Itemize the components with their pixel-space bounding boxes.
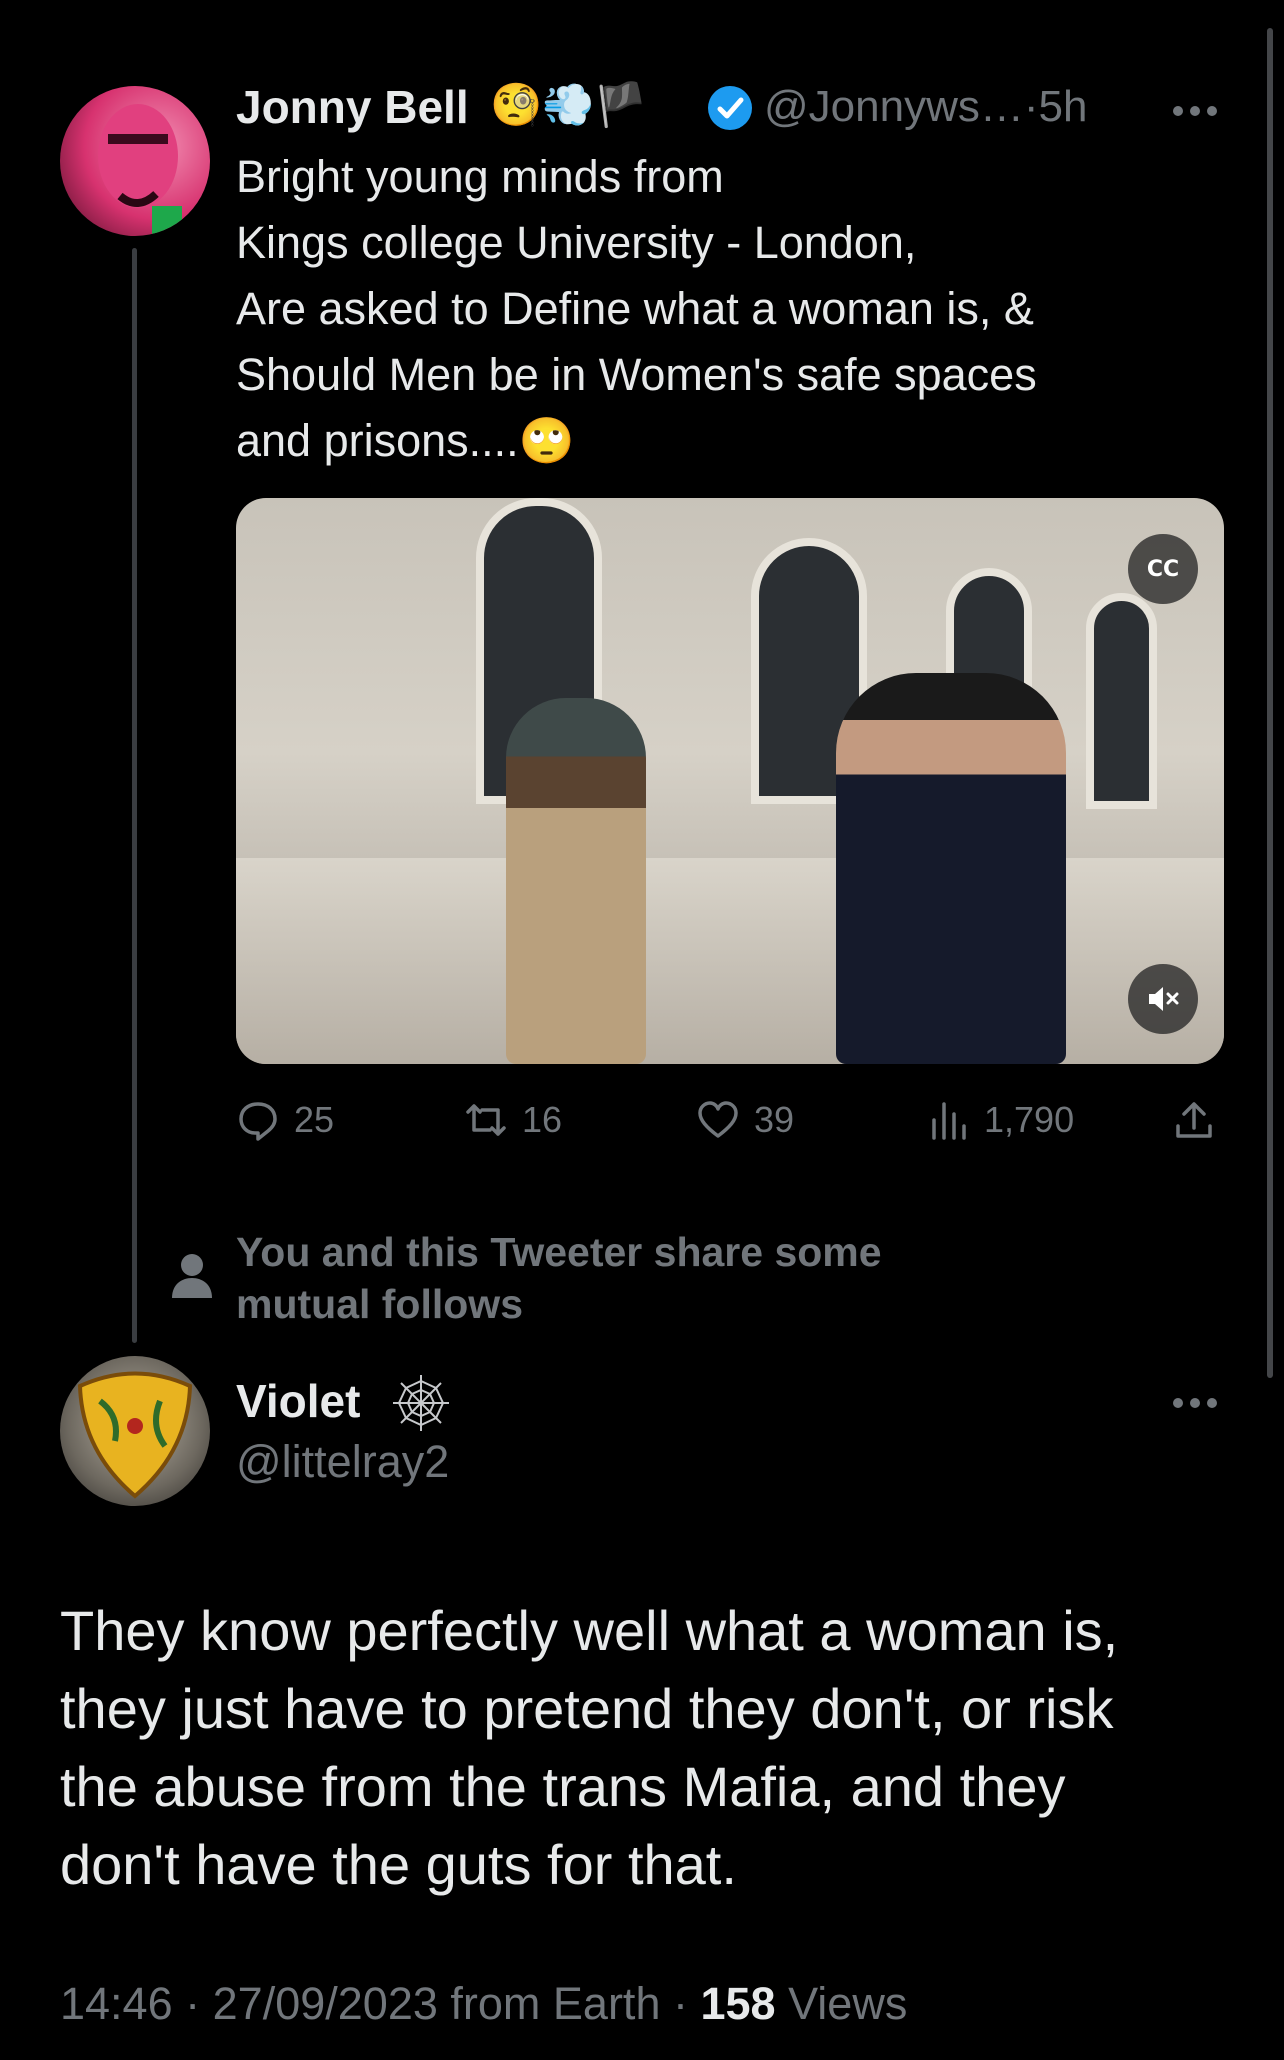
eye-roll-emoji: 🙄 bbox=[518, 414, 575, 467]
post-text-line: and prisons....🙄 bbox=[236, 414, 575, 467]
heart-icon bbox=[698, 1101, 738, 1138]
share-action[interactable] bbox=[1172, 1092, 1216, 1148]
scrollbar[interactable] bbox=[1267, 28, 1273, 1378]
reply-source: from Earth bbox=[450, 1978, 661, 2029]
verified-badge-icon bbox=[706, 84, 754, 137]
person-icon bbox=[170, 1252, 214, 1305]
meta-separator: · bbox=[185, 1978, 201, 2029]
post-text-line: Should Men be in Women's safe spaces bbox=[236, 349, 1037, 400]
analytics-bar-icon bbox=[932, 1102, 966, 1140]
interviewer-figure bbox=[836, 673, 1066, 1064]
profile-face-icon bbox=[98, 104, 182, 236]
mutual-follows-notice: You and this Tweeter share some mutual f… bbox=[236, 1226, 882, 1330]
post-text-line: Bright young minds from bbox=[236, 151, 724, 202]
video-player[interactable]: CC bbox=[236, 498, 1224, 1064]
post-text-line: Kings college University - London, bbox=[236, 217, 917, 268]
repost-action[interactable]: 16 bbox=[464, 1092, 562, 1148]
post-time[interactable]: 5h bbox=[1039, 82, 1088, 131]
mute-toggle-button[interactable] bbox=[1128, 964, 1198, 1034]
reply-date[interactable]: 27/09/2023 bbox=[213, 1978, 438, 2029]
repost-icon bbox=[466, 1104, 506, 1136]
reply-author-name[interactable]: Violet bbox=[236, 1374, 360, 1428]
reply-text-line: the abuse from the trans Mafia, and they bbox=[60, 1755, 1066, 1818]
author-handle[interactable]: @Jonnyws… bbox=[764, 82, 1024, 131]
reply-action[interactable]: 25 bbox=[236, 1092, 334, 1148]
like-count: 39 bbox=[754, 1099, 795, 1140]
author-name[interactable]: Jonny Bell bbox=[236, 80, 469, 134]
reply-text-line: They know perfectly well what a woman is… bbox=[60, 1599, 1119, 1662]
thread-connector-line bbox=[132, 248, 137, 1343]
like-action[interactable]: 39 bbox=[696, 1092, 794, 1148]
violet-avatar[interactable] bbox=[60, 1356, 210, 1506]
repost-count: 16 bbox=[522, 1099, 563, 1140]
reply-views-count: 158 bbox=[700, 1978, 776, 2029]
meta-separator: · bbox=[672, 1978, 688, 2029]
reply-views-label: Views bbox=[788, 1978, 908, 2029]
more-options-icon[interactable] bbox=[1172, 104, 1218, 123]
post-text: Bright young minds from Kings college Un… bbox=[236, 144, 1037, 474]
guitar-pick-icon bbox=[77, 1371, 193, 1499]
reply-count: 25 bbox=[294, 1099, 335, 1140]
jonny-bell-avatar[interactable] bbox=[60, 86, 210, 236]
mutual-follows-line: mutual follows bbox=[236, 1281, 523, 1327]
post-text-line: Are asked to Define what a woman is, & bbox=[236, 283, 1034, 334]
reply-author-handle[interactable]: @littelray2 bbox=[236, 1436, 449, 1488]
reply-more-options-icon[interactable] bbox=[1172, 1396, 1218, 1415]
spider-web-icon bbox=[390, 1372, 452, 1439]
reply-text-line: don't have the guts for that. bbox=[60, 1833, 737, 1896]
reply-text-line: they just have to pretend they don't, or… bbox=[60, 1677, 1114, 1740]
reply-text: They know perfectly well what a woman is… bbox=[60, 1592, 1118, 1904]
building-window bbox=[1086, 593, 1157, 809]
interviewee-figure bbox=[506, 698, 646, 1064]
reply-time[interactable]: 14:46 bbox=[60, 1978, 173, 2029]
share-icon bbox=[1176, 1102, 1212, 1138]
handle-time-separator: · bbox=[1023, 82, 1039, 131]
view-count: 1,790 bbox=[984, 1099, 1075, 1140]
captions-button[interactable]: CC bbox=[1128, 534, 1198, 604]
author-name-emojis: 🧐💨🏴 bbox=[490, 80, 647, 129]
stone-balustrade bbox=[236, 858, 1224, 1064]
muted-speaker-icon bbox=[1149, 987, 1179, 1011]
mutual-follows-line: You and this Tweeter share some bbox=[236, 1229, 882, 1275]
reply-meta: 14:46 · 27/09/2023 from Earth · 158 View… bbox=[60, 1978, 907, 2030]
views-action[interactable]: 1,790 bbox=[926, 1092, 1074, 1148]
reply-icon bbox=[239, 1102, 277, 1141]
